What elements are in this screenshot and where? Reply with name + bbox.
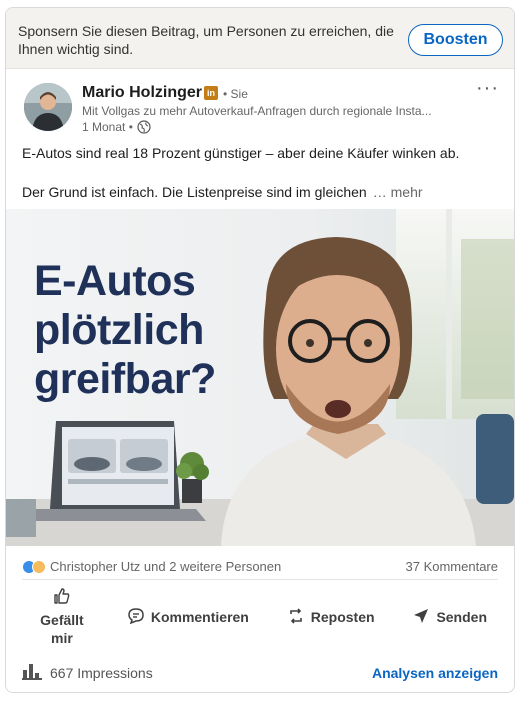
avatar[interactable] <box>24 83 72 131</box>
image-headline-line: E-Autos <box>34 257 196 305</box>
author-headline: Mit Vollgas zu mehr Autoverkauf-Anfragen… <box>82 104 432 118</box>
see-more-link[interactable]: … mehr <box>373 184 423 200</box>
post-card: Sponsern Sie diesen Beitrag, um Personen… <box>5 7 515 693</box>
repost-icon <box>287 607 305 628</box>
bar-chart-icon <box>22 662 42 683</box>
comment-label: Kommentieren <box>150 609 249 625</box>
view-analytics-link[interactable]: Analysen anzeigen <box>372 665 498 681</box>
comment-icon <box>127 607 145 628</box>
action-bar: Gefällt mir Kommentieren Reposten Senden <box>16 586 506 648</box>
reactions-text: Christopher Utz und 2 weitere Personen <box>50 559 282 574</box>
impressions-count: 667 Impressions <box>50 664 153 681</box>
globe-icon <box>137 120 151 134</box>
promote-banner: Sponsern Sie diesen Beitrag, um Personen… <box>6 8 514 69</box>
impressions-row: 667 Impressions Analysen anzeigen <box>22 662 498 683</box>
comment-button[interactable]: Kommentieren <box>119 601 257 634</box>
repost-button[interactable]: Reposten <box>279 601 383 634</box>
insightful-reaction-icon <box>32 559 46 574</box>
image-headline: E-Autos plötzlich greifbar? <box>34 257 216 404</box>
connection-degree: • Sie <box>223 87 248 101</box>
post-time: 1 Monat • <box>82 120 133 134</box>
post-text-line: E-Autos sind real 18 Prozent günstiger –… <box>22 145 460 161</box>
more-options-icon[interactable]: ··· <box>476 78 499 98</box>
premium-badge-icon: in <box>204 86 218 100</box>
promote-text: Sponsern Sie diesen Beitrag, um Personen… <box>18 23 394 57</box>
reaction-icons <box>22 559 46 574</box>
send-icon <box>412 607 430 628</box>
post-text: Der Grund ist einfach. Die Listenpreise … <box>22 184 367 200</box>
boost-button[interactable]: Boosten <box>408 24 503 56</box>
image-headline-line: greifbar? <box>34 355 216 403</box>
author-name[interactable]: Mario Holzinger <box>82 84 202 102</box>
like-button[interactable]: Gefällt mir <box>27 581 97 653</box>
post-text-line: Der Grund ist einfach. Die Listenpreise … <box>22 184 423 200</box>
image-headline-line: plötzlich <box>34 306 204 354</box>
post-image[interactable]: E-Autos plötzlich greifbar? <box>6 209 514 546</box>
comments-count[interactable]: 37 Kommentare <box>406 559 499 574</box>
social-counts: Christopher Utz und 2 weitere Personen 3… <box>22 554 498 580</box>
repost-label: Reposten <box>310 609 375 625</box>
like-label: Gefällt mir <box>40 612 84 646</box>
send-label: Senden <box>436 609 488 625</box>
thumbs-up-icon <box>53 587 71 609</box>
impressions-summary: 667 Impressions <box>22 662 153 683</box>
reactions-summary[interactable]: Christopher Utz und 2 weitere Personen <box>22 559 281 574</box>
send-button[interactable]: Senden <box>404 601 495 634</box>
post-meta: 1 Monat • <box>82 120 151 134</box>
